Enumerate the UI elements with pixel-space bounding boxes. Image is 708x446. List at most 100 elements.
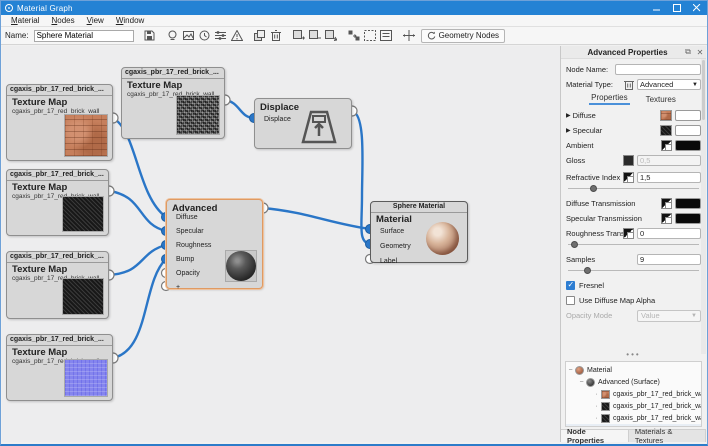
name-label: Name: — [5, 31, 29, 40]
add-node-icon[interactable] — [292, 29, 306, 42]
texture-thumbnail-icon — [601, 414, 610, 423]
specular-transmission-label: Specular Transmission — [566, 214, 661, 223]
samples-label: Samples — [566, 255, 637, 264]
texture-map-node-displacement[interactable]: cgaxis_pbr_17_red_brick_... Texture Map … — [121, 67, 225, 139]
roughness-transmission-slider[interactable] — [568, 241, 699, 249]
node-title: Texture Map — [7, 181, 108, 193]
diffuse-transmission-map-slot-icon[interactable] — [661, 198, 672, 209]
tab-properties[interactable]: Properties — [589, 93, 629, 105]
split-connection-icon[interactable] — [402, 29, 416, 42]
texture-map-node-roughness[interactable]: cgaxis_pbr_17_red_brick_... Texture Map … — [6, 251, 109, 319]
close-button[interactable] — [687, 1, 707, 15]
wire-displace-geometry[interactable] — [352, 111, 370, 244]
wire-advanced-surface[interactable] — [263, 208, 370, 229]
sphere-material-node[interactable]: Sphere Material Material Surface Geometr… — [370, 201, 468, 263]
menu-window[interactable]: Window — [110, 16, 150, 25]
node-header: cgaxis_pbr_17_red_brick_... — [7, 335, 112, 346]
ambient-map-slot-icon[interactable] — [661, 140, 672, 151]
diffuse-transmission-swatch[interactable] — [675, 198, 701, 209]
tree-item-texture-reflection[interactable]: · cgaxis_pbr_17_red_brick_wall_1_re... — [566, 400, 701, 412]
texture-map-node-diffuse[interactable]: cgaxis_pbr_17_red_brick_... Texture Map … — [6, 84, 113, 161]
chevron-down-icon: ▼ — [691, 313, 697, 319]
use-diffuse-map-alpha-checkbox[interactable] — [566, 296, 575, 305]
displace-node[interactable]: Displace Displace — [254, 98, 352, 149]
wire-texture3-specular[interactable] — [109, 191, 166, 231]
collapse-icon[interactable]: − — [577, 379, 586, 386]
samples-input[interactable]: 9 — [637, 254, 701, 265]
tree-item-texture-gloss[interactable]: · cgaxis_pbr_17_red_brick_wall_1_gl... — [566, 412, 701, 424]
filter-icon[interactable] — [214, 29, 228, 42]
warning-icon[interactable] — [230, 29, 244, 42]
diffuse-color-swatch[interactable] — [675, 110, 701, 121]
diffuse-map-thumbnail[interactable] — [660, 110, 672, 121]
expand-arrow-icon[interactable]: ▶ — [566, 112, 571, 119]
menu-nodes[interactable]: Nodes — [45, 16, 80, 25]
maximize-button[interactable] — [667, 1, 687, 15]
material-name-input[interactable] — [34, 30, 134, 42]
ambient-color-swatch[interactable] — [675, 140, 701, 151]
history-icon[interactable] — [198, 29, 212, 42]
specular-transmission-map-slot-icon[interactable] — [661, 213, 672, 224]
refractive-index-map-slot-icon[interactable] — [623, 172, 634, 183]
specular-label: Specular — [573, 126, 660, 135]
chevron-down-icon: ▼ — [692, 82, 698, 88]
copy-icon[interactable] — [253, 29, 267, 42]
image-icon[interactable] — [182, 29, 196, 42]
frame-all-icon[interactable] — [379, 29, 393, 42]
advanced-input-labels: Diffuse Specular Roughness Bump Opacity … — [176, 211, 211, 295]
use-diffuse-map-alpha-label: Use Diffuse Map Alpha — [579, 296, 701, 305]
remove-node-icon[interactable] — [308, 29, 322, 42]
node-name-input[interactable] — [615, 64, 701, 75]
fresnel-checkbox[interactable] — [566, 281, 575, 290]
port-label-surface: Surface — [380, 224, 411, 239]
float-panel-icon[interactable]: ⧉ — [682, 47, 694, 57]
tree-item-texture-diffuse[interactable]: · cgaxis_pbr_17_red_brick_wall_1_di... — [566, 388, 701, 400]
refractive-index-slider[interactable] — [568, 185, 699, 193]
specular-map-thumbnail[interactable] — [660, 125, 672, 136]
specular-transmission-swatch[interactable] — [675, 213, 701, 224]
gloss-map-slot-icon[interactable] — [623, 155, 634, 166]
ambient-label: Ambient — [566, 141, 661, 150]
node-header: cgaxis_pbr_17_red_brick_... — [7, 252, 108, 263]
opacity-mode-select: Value ▼ — [637, 310, 701, 322]
render-preview-icon[interactable] — [166, 29, 180, 42]
node-graph-canvas[interactable]: cgaxis_pbr_17_red_brick_... Texture Map … — [2, 46, 561, 442]
tab-materials-textures[interactable]: Materials & Textures — [629, 430, 706, 442]
tab-textures[interactable]: Textures — [644, 95, 678, 105]
minimize-button[interactable] — [647, 1, 667, 15]
refractive-index-label: Refractive Index — [566, 173, 623, 182]
panel-scrollbar[interactable] — [701, 59, 706, 354]
window-title: Material Graph — [17, 4, 647, 13]
frame-selection-icon[interactable] — [363, 29, 377, 42]
menu-material[interactable]: Material — [5, 16, 45, 25]
collapse-icon[interactable]: − — [566, 367, 575, 374]
roughness-transmission-input[interactable]: 0 — [637, 228, 701, 239]
tab-node-properties[interactable]: Node Properties — [561, 430, 629, 442]
samples-slider[interactable] — [568, 267, 699, 275]
material-library-icon[interactable] — [624, 79, 634, 90]
gloss-input: 0,5 — [637, 155, 701, 166]
refractive-index-input[interactable]: 1,5 — [637, 172, 701, 183]
bottom-tab-bar: Node Properties Materials & Textures — [561, 429, 706, 442]
texture-map-node-specular[interactable]: cgaxis_pbr_17_red_brick_... Texture Map … — [6, 169, 109, 236]
delete-icon[interactable] — [269, 29, 283, 42]
expand-arrow-icon[interactable]: ▶ — [566, 127, 571, 134]
advanced-node[interactable]: Advanced Diffuse Specular Roughness Bump… — [166, 199, 263, 289]
port-label-roughness: Roughness — [176, 239, 211, 253]
extract-node-icon[interactable] — [324, 29, 338, 42]
port-label-bump: Bump — [176, 253, 211, 267]
roughness-transmission-map-slot-icon[interactable] — [623, 228, 634, 239]
tree-item-advanced-surface[interactable]: − Advanced (Surface) — [566, 376, 701, 388]
panel-splitter[interactable]: ••• — [561, 352, 706, 361]
specular-color-swatch[interactable] — [675, 125, 701, 136]
tree-item-material[interactable]: − Material — [566, 364, 701, 376]
material-type-select[interactable]: Advanced ▼ — [637, 79, 701, 90]
geometry-nodes-button[interactable]: Geometry Nodes — [421, 29, 505, 43]
menu-view[interactable]: View — [81, 16, 110, 25]
arrange-nodes-icon[interactable] — [347, 29, 361, 42]
texture-map-node-normal[interactable]: cgaxis_pbr_17_red_brick_... Texture Map … — [6, 334, 113, 401]
node-title: Texture Map — [7, 263, 108, 275]
close-panel-icon[interactable]: ✕ — [694, 48, 706, 57]
save-icon[interactable] — [143, 29, 157, 42]
node-name-label: Node Name: — [566, 65, 615, 74]
